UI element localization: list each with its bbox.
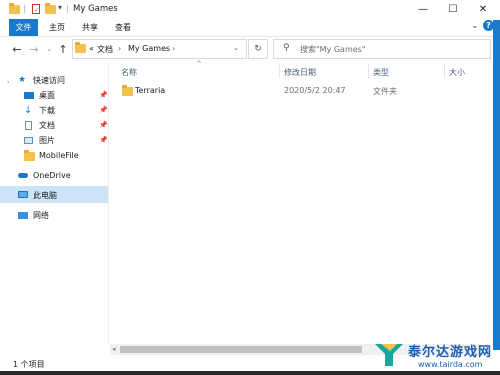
sidebar-item-label: MobileFile: [39, 150, 79, 160]
watermark-brand: 泰尔达游戏网: [408, 345, 493, 360]
document-icon: [24, 120, 34, 130]
expand-icon[interactable]: ›: [7, 79, 9, 86]
column-header-name[interactable]: 名称: [121, 67, 137, 78]
column-divider[interactable]: [279, 64, 280, 78]
address-history-icon[interactable]: ⌄: [233, 44, 239, 52]
sidebar-item-label: 此电脑: [33, 190, 57, 200]
expand-ribbon-icon[interactable]: ⌄: [471, 21, 479, 31]
pin-icon[interactable]: 📌: [99, 106, 108, 114]
close-button[interactable]: ✕: [468, 0, 498, 19]
picture-icon: [24, 136, 34, 145]
back-button[interactable]: ←: [10, 42, 24, 56]
sidebar-item-label: 文档: [39, 120, 55, 130]
ribbon-tabs: [0, 19, 500, 37]
customize-quick-access-icon[interactable]: ▾: [58, 3, 62, 12]
download-icon: ↓: [24, 104, 33, 116]
minimize-button[interactable]: —: [408, 0, 438, 19]
sidebar-item-label: 下载: [39, 105, 55, 115]
pin-icon[interactable]: 📌: [99, 136, 108, 144]
tab-home[interactable]: 主页: [46, 19, 68, 36]
breadcrumb-documents[interactable]: 文档: [97, 44, 113, 55]
chevron-right-icon[interactable]: ›: [118, 44, 121, 53]
network-icon: [18, 211, 28, 220]
scroll-left-icon[interactable]: ◂: [112, 345, 116, 353]
column-divider[interactable]: [368, 64, 369, 78]
column-header-modified[interactable]: 修改日期: [284, 67, 316, 78]
refresh-button[interactable]: ↻: [248, 39, 268, 59]
file-name[interactable]: Terraria: [135, 86, 165, 95]
file-type: 文件夹: [373, 87, 397, 96]
desktop-icon: [24, 91, 34, 100]
breadcrumb-my-games[interactable]: My Games: [128, 44, 170, 53]
sidebar-item-this-pc[interactable]: 此电脑: [18, 188, 108, 202]
search-placeholder: 搜索"My Games": [300, 45, 366, 54]
chevron-right-icon[interactable]: ›: [172, 44, 175, 53]
window-title: My Games: [73, 4, 118, 14]
watermark-url: www.tairda.com: [418, 360, 483, 369]
sidebar-item-quick-access[interactable]: ★ 快速访问: [18, 73, 108, 87]
search-icon: ⚲: [283, 43, 290, 53]
file-modified: 2020/5/2 20:47: [284, 86, 346, 95]
separator: |: [23, 4, 26, 13]
address-overflow[interactable]: «: [89, 44, 94, 53]
sidebar-item-label: 快速访问: [33, 75, 65, 85]
pin-icon[interactable]: 📌: [99, 121, 108, 129]
column-divider[interactable]: [444, 64, 445, 78]
recent-locations-icon[interactable]: ⌄: [42, 42, 56, 56]
sidebar-item-onedrive[interactable]: OneDrive: [18, 168, 108, 182]
up-button[interactable]: ↑: [56, 42, 70, 56]
sidebar-item-label: OneDrive: [33, 170, 71, 180]
column-header-size[interactable]: 大小: [449, 67, 465, 78]
new-folder-icon[interactable]: [45, 3, 56, 14]
maximize-button[interactable]: ☐: [438, 0, 468, 19]
computer-icon: [18, 190, 28, 200]
scrollbar-thumb[interactable]: [120, 346, 362, 353]
background-window-edge: [493, 20, 500, 350]
folder-icon: [24, 149, 35, 161]
sidebar-item-mobilefile[interactable]: MobileFile: [24, 148, 114, 162]
sidebar-item-label: 图片: [39, 135, 55, 145]
sidebar-item-label: 网络: [33, 210, 49, 220]
cloud-icon: [18, 171, 28, 180]
watermark-logo-icon: [373, 338, 405, 370]
sidebar-item-label: 桌面: [39, 90, 55, 100]
separator: |: [66, 4, 69, 13]
column-header-type[interactable]: 类型: [373, 67, 389, 78]
status-item-count: 1 个项目: [13, 360, 45, 369]
sort-ascending-icon: ^: [196, 60, 202, 68]
tab-view[interactable]: 查看: [112, 19, 134, 36]
star-icon: ★: [18, 74, 27, 85]
properties-icon[interactable]: ✓: [31, 4, 41, 14]
taskbar-edge: [0, 371, 500, 375]
pin-icon[interactable]: 📌: [99, 91, 108, 99]
tab-file[interactable]: 文件: [9, 19, 38, 36]
forward-button[interactable]: →: [27, 42, 41, 56]
sidebar-item-network[interactable]: 网络: [18, 208, 108, 222]
tab-share[interactable]: 共享: [79, 19, 101, 36]
folder-icon: [9, 3, 20, 14]
pane-divider[interactable]: [108, 62, 109, 344]
